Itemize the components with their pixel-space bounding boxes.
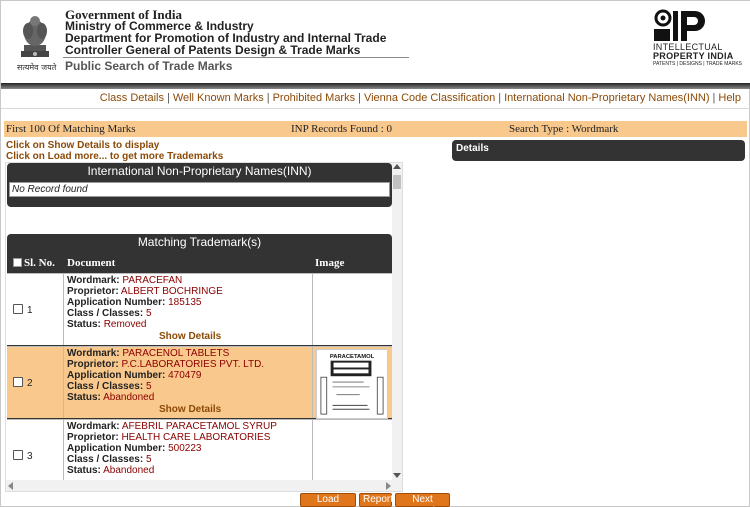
results-scroll-area[interactable]: International Non-Proprietary Names(INN)… bbox=[5, 162, 403, 492]
row-image-cell bbox=[313, 274, 392, 345]
nav-divider bbox=[1, 108, 750, 109]
row-document-cell: Wordmark: PARACEFAN Proprietor: ALBERT B… bbox=[64, 274, 313, 345]
row-wordmark: Wordmark: AFEBRIL PARACETAMOL SYRUP bbox=[67, 421, 277, 432]
select-all-checkbox[interactable] bbox=[13, 258, 22, 267]
row-class: Class / Classes: 5 bbox=[67, 454, 152, 465]
row-sl-cell: 1 bbox=[7, 274, 64, 345]
trademarks-panel-title: Matching Trademark(s) bbox=[137, 235, 262, 249]
row-sl-no: 2 bbox=[27, 378, 33, 389]
page-title: Public Search of Trade Marks bbox=[65, 59, 233, 73]
nav-prohibited-marks[interactable]: Prohibited Marks bbox=[273, 92, 356, 104]
hint-load-more: Click on Load more... to get more Tradem… bbox=[6, 151, 224, 162]
column-image: Image bbox=[315, 257, 345, 269]
vertical-scroll-thumb[interactable] bbox=[393, 175, 401, 189]
trademarks-table-header: Sl. No. Document Image bbox=[7, 255, 392, 273]
thumbnail-text: PARACETAMOL bbox=[330, 354, 375, 360]
row-proprietor: Proprietor: P.C.LABORATORIES PVT. LTD. bbox=[67, 359, 265, 370]
results-info-bar: First 100 Of Matching Marks INP Records … bbox=[4, 121, 747, 137]
row-status: Status: Abandoned bbox=[67, 392, 155, 403]
scroll-left-arrow-icon[interactable] bbox=[8, 482, 13, 490]
hint-show-details: Click on Show Details to display bbox=[6, 140, 160, 151]
details-panel-header: Details bbox=[452, 140, 745, 161]
trademark-thumbnail-image[interactable]: PARACETAMOL bbox=[316, 349, 388, 419]
row-class: Class / Classes: 5 bbox=[67, 308, 152, 319]
inp-records-found: INP Records Found : 0 bbox=[291, 123, 393, 135]
show-details-link[interactable]: Show Details bbox=[159, 404, 221, 415]
row-status: Status: Removed bbox=[67, 319, 147, 330]
header-controller: Controller General of Patents Design & T… bbox=[65, 43, 361, 57]
header-band bbox=[1, 83, 750, 89]
inn-panel: International Non-Proprietary Names(INN)… bbox=[7, 163, 392, 207]
ip-logo-text-3: PATENTS | DESIGNS | TRADE MARKS bbox=[653, 61, 743, 67]
table-row: 2 Wordmark: PARACENOL TABLETS Proprietor… bbox=[7, 346, 392, 419]
nav-inn[interactable]: International Non-Proprietary Names(INN) bbox=[504, 92, 709, 104]
table-row: 1 Wordmark: PARACEFAN Proprietor: ALBERT… bbox=[7, 273, 392, 345]
row-proprietor: Proprietor: ALBERT BOCHRINGE bbox=[67, 286, 223, 297]
row-application-number: Application Number: 185135 bbox=[67, 297, 202, 308]
load-more-button[interactable]: Load More... bbox=[300, 493, 356, 507]
row-image-cell: PARACETAMOL bbox=[313, 347, 392, 419]
row-wordmark: Wordmark: PARACENOL TABLETS bbox=[67, 348, 230, 359]
row-wordmark: Wordmark: PARACEFAN bbox=[67, 275, 183, 286]
row-sl-cell: 2 bbox=[7, 347, 64, 418]
row-sl-no: 1 bbox=[27, 305, 33, 316]
report-button[interactable]: Report bbox=[359, 493, 393, 507]
nav-help[interactable]: Help bbox=[718, 92, 741, 104]
ip-logo-text-2: PROPERTY INDIA bbox=[653, 51, 734, 61]
nav-class-details[interactable]: Class Details bbox=[100, 92, 164, 104]
row-checkbox[interactable] bbox=[13, 450, 23, 460]
row-application-number: Application Number: 500223 bbox=[67, 443, 202, 454]
row-checkbox[interactable] bbox=[13, 304, 23, 314]
site-header: सत्यमेव जयते Government of India Ministr… bbox=[1, 1, 750, 85]
national-emblem-icon bbox=[21, 16, 49, 57]
row-proprietor: Proprietor: HEALTH CARE LABORATORIES bbox=[67, 432, 271, 443]
ip-india-logo-icon bbox=[654, 9, 705, 41]
trademarks-panel: Matching Trademark(s) Sl. No. Document I… bbox=[7, 234, 392, 491]
row-status: Status: Abandoned bbox=[67, 465, 155, 476]
horizontal-scrollbar[interactable] bbox=[6, 480, 402, 491]
row-checkbox[interactable] bbox=[13, 377, 23, 387]
vertical-scrollbar[interactable] bbox=[392, 163, 402, 481]
search-type: Search Type : Wordmark bbox=[509, 123, 619, 135]
row-sl-no: 3 bbox=[27, 451, 33, 462]
nav-well-known-marks[interactable]: Well Known Marks bbox=[173, 92, 264, 104]
inn-no-record: No Record found bbox=[9, 182, 390, 197]
row-class: Class / Classes: 5 bbox=[67, 381, 152, 392]
inn-panel-title: International Non-Proprietary Names(INN) bbox=[87, 164, 312, 178]
scroll-up-arrow-icon[interactable] bbox=[393, 164, 401, 169]
column-document: Document bbox=[67, 257, 116, 269]
emblem-caption: सत्यमेव जयते bbox=[17, 63, 57, 72]
top-nav: Class Details | Well Known Marks | Prohibite… bbox=[99, 92, 741, 104]
header-divider bbox=[63, 57, 409, 58]
row-application-number: Application Number: 470479 bbox=[67, 370, 202, 381]
scroll-right-arrow-icon[interactable] bbox=[386, 482, 391, 490]
row-document-cell: Wordmark: PARACENOL TABLETS Proprietor: … bbox=[64, 347, 313, 418]
next-search-button[interactable]: Next Search bbox=[395, 493, 450, 507]
matching-count: First 100 Of Matching Marks bbox=[6, 123, 136, 135]
nav-vienna-code[interactable]: Vienna Code Classification bbox=[364, 92, 495, 104]
show-details-link[interactable]: Show Details bbox=[159, 331, 221, 342]
scroll-down-arrow-icon[interactable] bbox=[393, 473, 401, 478]
column-sl-no: Sl. No. bbox=[24, 257, 55, 269]
